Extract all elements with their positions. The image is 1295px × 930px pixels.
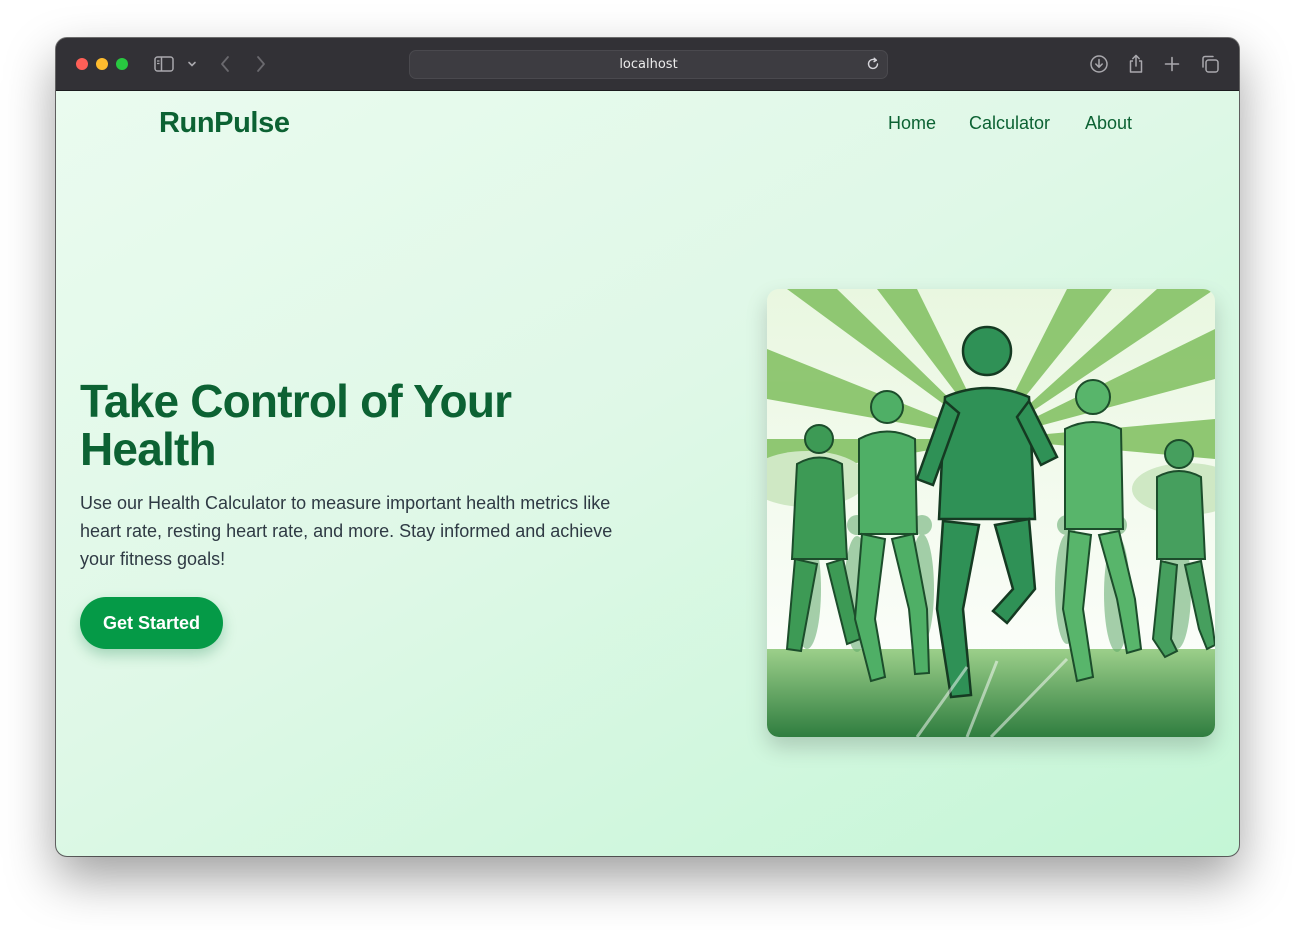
nav-link-home[interactable]: Home (888, 113, 936, 134)
page-content: RunPulse Home Calculator About Take Cont… (56, 91, 1239, 856)
plus-icon[interactable] (1163, 54, 1181, 74)
site-logo[interactable]: RunPulse (159, 107, 290, 140)
back-icon[interactable] (218, 54, 232, 74)
forward-icon[interactable] (254, 54, 268, 74)
nav-link-about[interactable]: About (1085, 113, 1132, 134)
address-bar[interactable]: localhost (409, 50, 888, 79)
close-window-button[interactable] (76, 58, 88, 70)
hero-title: Take Control of Your Health (80, 375, 512, 475)
maximize-window-button[interactable] (116, 58, 128, 70)
minimize-window-button[interactable] (96, 58, 108, 70)
download-icon[interactable] (1089, 54, 1109, 74)
tabs-overview-icon[interactable] (1200, 54, 1220, 74)
browser-toolbar: localhost (56, 38, 1239, 91)
browser-window: localhost RunPulse Home Calculator About… (56, 38, 1239, 856)
reload-icon[interactable] (865, 56, 881, 77)
address-url: localhost (619, 57, 678, 72)
hero-image (767, 289, 1215, 737)
hero-description: Use our Health Calculator to measure imp… (80, 493, 613, 569)
share-icon[interactable] (1127, 54, 1145, 74)
chevron-down-icon[interactable] (186, 54, 198, 74)
sidebar-icon[interactable] (153, 54, 175, 74)
nav-link-calculator[interactable]: Calculator (969, 113, 1050, 134)
get-started-button[interactable]: Get Started (80, 597, 223, 649)
